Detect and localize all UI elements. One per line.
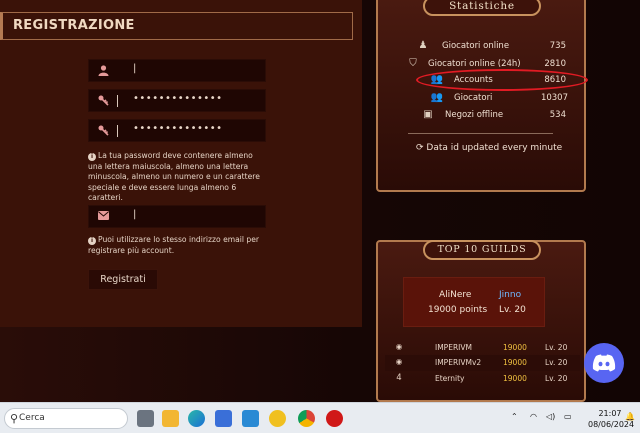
rank-medal-icon: ◉	[395, 357, 403, 366]
chevron-up-icon[interactable]: ⌃	[511, 412, 518, 433]
top-guild-card: AliNere Jinno 19000 points Lv. 20	[403, 277, 545, 327]
stats-divider	[408, 133, 553, 134]
password-note: i La tua password deve contenere almeno u…	[88, 151, 268, 204]
player-icon: ♟	[418, 40, 428, 51]
battery-icon[interactable]: ▭	[564, 412, 572, 433]
taskbar-search[interactable]: ⚲ Cerca	[4, 408, 128, 429]
envelope-icon	[97, 211, 109, 223]
guild-row: 4 Eternity 19000 Lv. 20	[396, 373, 568, 383]
registration-panel: REGISTRAZIONE | •••••••••••••• •••••••••…	[0, 0, 362, 327]
key-icon	[97, 95, 109, 107]
windows-taskbar: ⚲ Cerca ⌃ ◠ ◁) ▭ 21:07 08/06/2024 🔔	[0, 402, 640, 433]
edge-icon[interactable]	[188, 410, 205, 427]
stats-updated-text: ⟳ Data id updated every minute	[416, 143, 563, 153]
app-icon[interactable]	[242, 410, 259, 427]
guild-row: ◉ IMPERIVMv2 19000 Lv. 20	[385, 355, 580, 371]
username-field[interactable]: |	[88, 59, 266, 82]
wifi-icon[interactable]: ◠	[530, 412, 537, 433]
register-button[interactable]: Registrati	[88, 269, 158, 290]
task-view-icon[interactable]	[137, 410, 154, 427]
field-separator	[117, 125, 118, 137]
top-guild-points: 19000 points	[428, 305, 488, 315]
search-placeholder: Cerca	[19, 413, 45, 423]
stats-title: Statistiche	[423, 0, 541, 16]
username-value: |	[133, 63, 137, 74]
key-icon	[97, 125, 109, 137]
stat-row: ♟ Giocatori online 735	[416, 40, 566, 54]
password-field[interactable]: ••••••••••••••	[88, 89, 266, 112]
stat-row: ▣ Negozi offline 534	[421, 109, 566, 123]
guild-row: ◉ IMPERIVM 19000 Lv. 20	[385, 340, 580, 356]
top-guild-name: AliNere	[439, 290, 472, 300]
app-icon[interactable]	[269, 410, 286, 427]
shield-icon: ⛉	[409, 58, 417, 69]
shop-icon: ▣	[423, 109, 433, 120]
discord-button[interactable]	[584, 343, 624, 383]
info-icon: i	[88, 237, 96, 245]
email-value: |	[133, 209, 137, 220]
confirm-password-field[interactable]: ••••••••••••••	[88, 119, 266, 142]
email-note: i Puoi utilizzare lo stesso indirizzo ema…	[88, 235, 268, 256]
file-explorer-icon[interactable]	[162, 410, 179, 427]
registration-title: REGISTRAZIONE	[0, 12, 353, 40]
guilds-title: Top 10 Guilds	[423, 240, 541, 260]
user-group-icon: 👥	[430, 92, 444, 103]
info-icon: i	[88, 153, 96, 161]
volume-icon[interactable]: ◁)	[546, 412, 555, 433]
password-value: ••••••••••••••	[133, 93, 223, 104]
chrome-icon[interactable]	[298, 410, 315, 427]
top-guild-leader[interactable]: Jinno	[499, 290, 521, 300]
notification-bell-icon[interactable]: 🔔	[625, 412, 635, 433]
password-note-text: La tua password deve contenere almeno un…	[88, 151, 260, 202]
stat-row: 👥 Giocatori 10307	[430, 92, 568, 103]
field-separator	[117, 95, 118, 107]
app-icon[interactable]	[326, 410, 343, 427]
discord-icon	[592, 354, 616, 372]
confirm-password-value: ••••••••••••••	[133, 123, 223, 134]
user-icon	[97, 65, 109, 77]
rank-medal-icon: ◉	[395, 342, 403, 351]
email-field[interactable]: |	[88, 205, 266, 228]
top-guild-level: Lv. 20	[499, 305, 526, 315]
accounts-highlight-ellipse	[416, 69, 588, 91]
email-note-text: Puoi utilizzare lo stesso indirizzo emai…	[88, 235, 260, 255]
refresh-icon: ⟳	[416, 143, 424, 153]
store-icon[interactable]	[215, 410, 232, 427]
